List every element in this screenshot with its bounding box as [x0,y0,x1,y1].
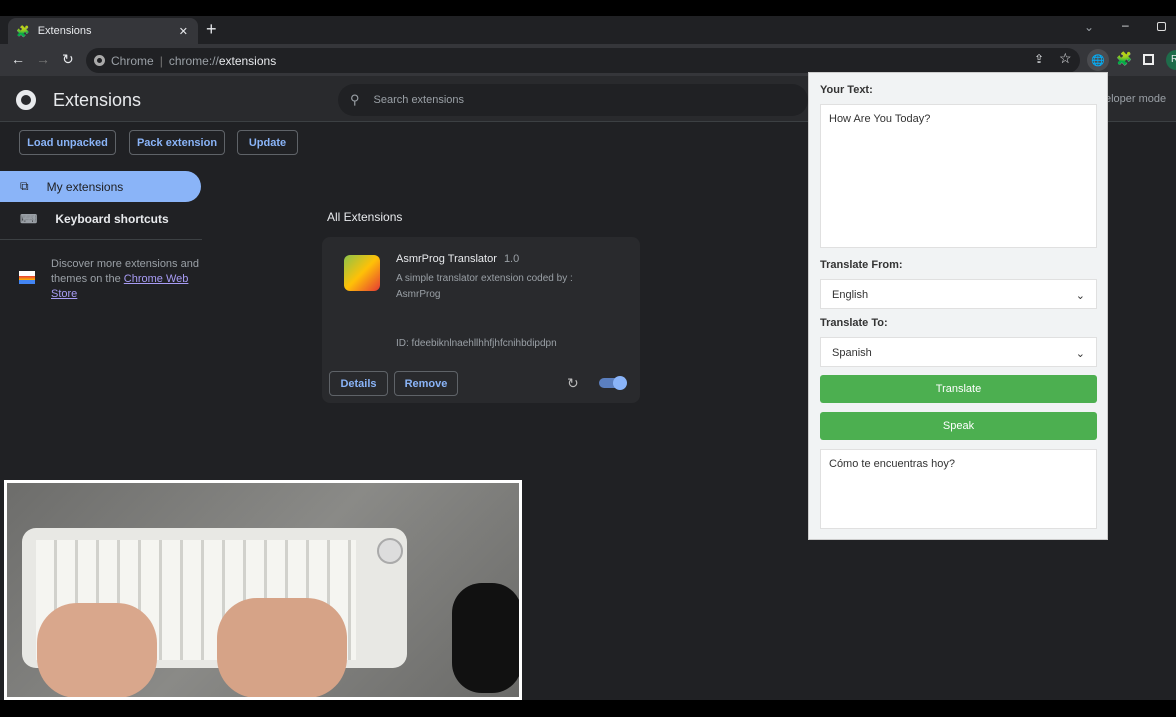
extensions-puzzle-icon[interactable]: 🧩 [1116,51,1132,67]
chevron-down-icon: ⌄ [1075,348,1085,360]
search-extensions-input[interactable]: ⚲ Search extensions [338,84,808,116]
extension-description: A simple translator extension coded by :… [396,273,573,300]
restore-button[interactable] [1157,22,1166,31]
developer-mode-label: eloper mode [1105,93,1167,105]
translator-extension-icon[interactable]: 🌐 [1087,49,1109,71]
forward-icon[interactable]: → [36,51,50,67]
back-icon[interactable]: ← [11,51,25,67]
translate-from-select[interactable]: English ⌄ [820,279,1097,309]
input-textarea[interactable]: How Are You Today? [820,104,1097,248]
sidebar-divider [0,239,202,240]
remove-button[interactable]: Remove [394,371,458,396]
page-title: Extensions [53,90,142,110]
update-button[interactable]: Update [237,130,298,155]
left-hand-image [37,603,157,697]
your-text-label: Your Text: [820,84,873,96]
extension-card: AsmrProg Translator 1.0 A simple transla… [322,237,640,403]
translate-to-select[interactable]: Spanish ⌄ [820,337,1097,367]
extension-version: 1.0 [503,253,520,265]
discover-text: Discover more extensions and themes on t… [51,258,199,300]
reload-extension-icon[interactable]: ↻ [567,375,579,392]
extension-id: ID: fdeebiknlnaehllhhfjhfcnihbdipdpn [396,338,557,349]
side-panel-icon[interactable] [1143,54,1154,65]
new-tab-button[interactable]: + [206,19,217,40]
chevron-down-icon: ⌄ [1075,290,1085,302]
section-title: All Extensions [327,210,403,224]
extension-icon: ⧉ [20,179,29,193]
minimize-button[interactable]: – [1122,18,1129,32]
mouse-image [452,583,519,693]
share-icon[interactable]: ⇪ [1034,52,1044,66]
pack-extension-button[interactable]: Pack extension [129,130,225,155]
load-unpacked-button[interactable]: Load unpacked [19,130,116,155]
translator-popup: Your Text: How Are You Today? Translate … [808,72,1108,540]
sidebar-item-keyboard-shortcuts[interactable]: ⌨ Keyboard shortcuts [0,205,201,233]
close-tab-icon[interactable]: ✕ [179,25,188,38]
translator-logo-icon [344,255,380,291]
chrome-icon [94,55,105,66]
reload-icon[interactable]: ↻ [62,51,74,68]
translate-to-label: Translate To: [820,317,888,329]
translate-button[interactable]: Translate [820,375,1097,403]
chrome-logo-icon [16,90,36,110]
tab-search-icon[interactable]: ⌄ [1084,20,1094,34]
speak-button[interactable]: Speak [820,412,1097,440]
sidebar-item-my-extensions[interactable]: ⧉ My extensions [0,171,201,202]
tab-extensions[interactable]: 🧩 Extensions ✕ [8,18,198,44]
address-bar[interactable]: Chrome | chrome://extensions [86,48,1080,73]
bookmark-star-icon[interactable]: ☆ [1059,50,1072,67]
output-textarea[interactable]: Cómo te encuentras hoy? [820,449,1097,529]
keyboard-icon: ⌨ [20,212,38,226]
keyboard-video-overlay [4,480,522,700]
extension-name: AsmrProg Translator [396,253,497,265]
puzzle-icon: 🧩 [16,25,30,38]
translate-from-label: Translate From: [820,259,903,271]
right-hand-image [217,598,347,697]
enable-toggle[interactable] [599,376,627,390]
details-button[interactable]: Details [329,371,388,396]
web-store-icon [19,271,35,284]
search-icon: ⚲ [350,92,360,107]
